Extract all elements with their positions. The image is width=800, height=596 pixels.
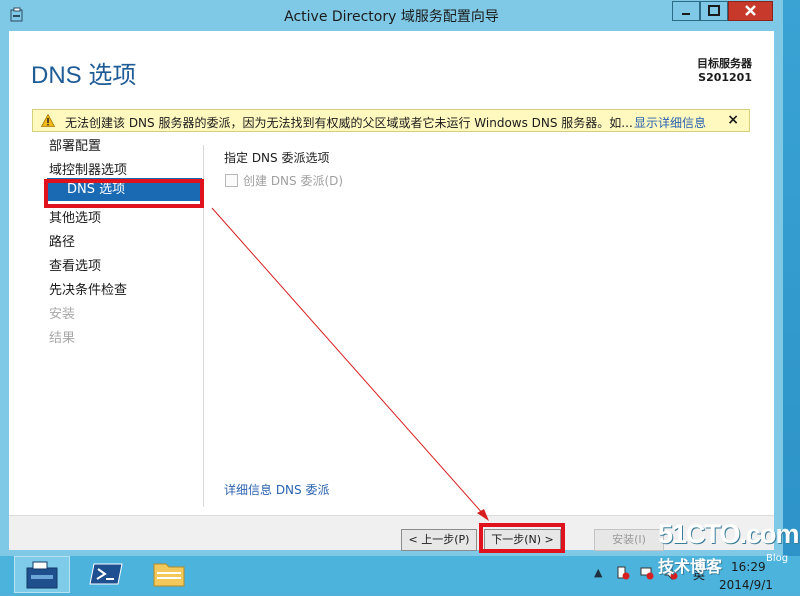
previous-button[interactable]: < 上一步(P)	[401, 529, 477, 551]
show-hidden-icons-icon[interactable]: ▲	[594, 566, 602, 579]
nav-item-paths[interactable]: 路径	[49, 231, 75, 250]
target-server-label: 目标服务器	[697, 57, 752, 70]
nav-item-installation: 安装	[49, 307, 76, 322]
clock-date[interactable]: 2014/9/1	[719, 578, 773, 592]
watermark-main: 51CTO.com	[658, 519, 800, 549]
action-center-icon[interactable]	[616, 566, 630, 580]
folder-icon	[153, 563, 185, 587]
warning-bar: 无法创建该 DNS 服务器的委派，因为无法找到有权威的父区域或者它未运行 Win…	[32, 109, 750, 132]
section-title: 指定 DNS 委派选项	[224, 151, 330, 165]
powershell-icon	[89, 563, 123, 585]
checkbox-box[interactable]	[225, 174, 238, 187]
more-info-dns-delegation-link[interactable]: 详细信息 DNS 委派	[224, 481, 329, 498]
taskbar-file-explorer[interactable]	[142, 556, 198, 593]
server-manager-taskbar-icon	[26, 561, 58, 589]
taskbar-powershell[interactable]	[80, 556, 136, 593]
show-details-link[interactable]: 显示详细信息	[634, 114, 706, 131]
wizard-window: Active Directory 域服务配置向导 DNS 选项 目标服务器 S2…	[0, 0, 783, 556]
network-icon[interactable]	[640, 566, 654, 580]
window-title: Active Directory 域服务配置向导	[284, 9, 499, 25]
nav-item-additional-options[interactable]: 其他选项	[49, 207, 101, 226]
clock-time[interactable]: 16:29	[731, 560, 766, 574]
maximize-button[interactable]	[700, 1, 728, 21]
minimize-button[interactable]	[672, 1, 700, 21]
wizard-header: DNS 选项 目标服务器 S201201	[9, 31, 774, 101]
watermark-blog: Blog	[766, 553, 789, 564]
desktop-edge	[782, 0, 800, 556]
nav-item-review-options[interactable]: 查看选项	[49, 255, 101, 274]
close-button[interactable]	[728, 1, 773, 21]
page-title: DNS 选项	[31, 62, 137, 89]
install-button: 安装(I)	[594, 529, 664, 551]
warning-text: 无法创建该 DNS 服务器的委派，因为无法找到有权威的父区域或者它未运行 Win…	[65, 116, 633, 130]
watermark-sub: 技术博客	[658, 557, 723, 576]
taskbar-server-manager[interactable]	[14, 556, 70, 593]
warning-icon	[41, 114, 55, 127]
close-icon[interactable]: ×	[727, 112, 739, 128]
checkbox-label: 创建 DNS 委派(D)	[243, 174, 344, 188]
nav-item-dc-options[interactable]: 域控制器选项	[49, 159, 127, 178]
nav-item-prerequisites-check[interactable]: 先决条件检查	[49, 279, 127, 298]
nav-item-results: 结果	[49, 331, 76, 346]
title-bar[interactable]: Active Directory 域服务配置向导	[0, 0, 783, 31]
wizard-client-area: DNS 选项 目标服务器 S201201 无法创建该 DNS 服务器的委派，因为…	[9, 31, 774, 551]
highlight-box-next-button	[479, 523, 565, 553]
nav-item-deployment-config[interactable]: 部署配置	[49, 135, 101, 154]
target-server-name: S201201	[698, 71, 752, 84]
highlight-box-dns-options	[44, 179, 204, 208]
